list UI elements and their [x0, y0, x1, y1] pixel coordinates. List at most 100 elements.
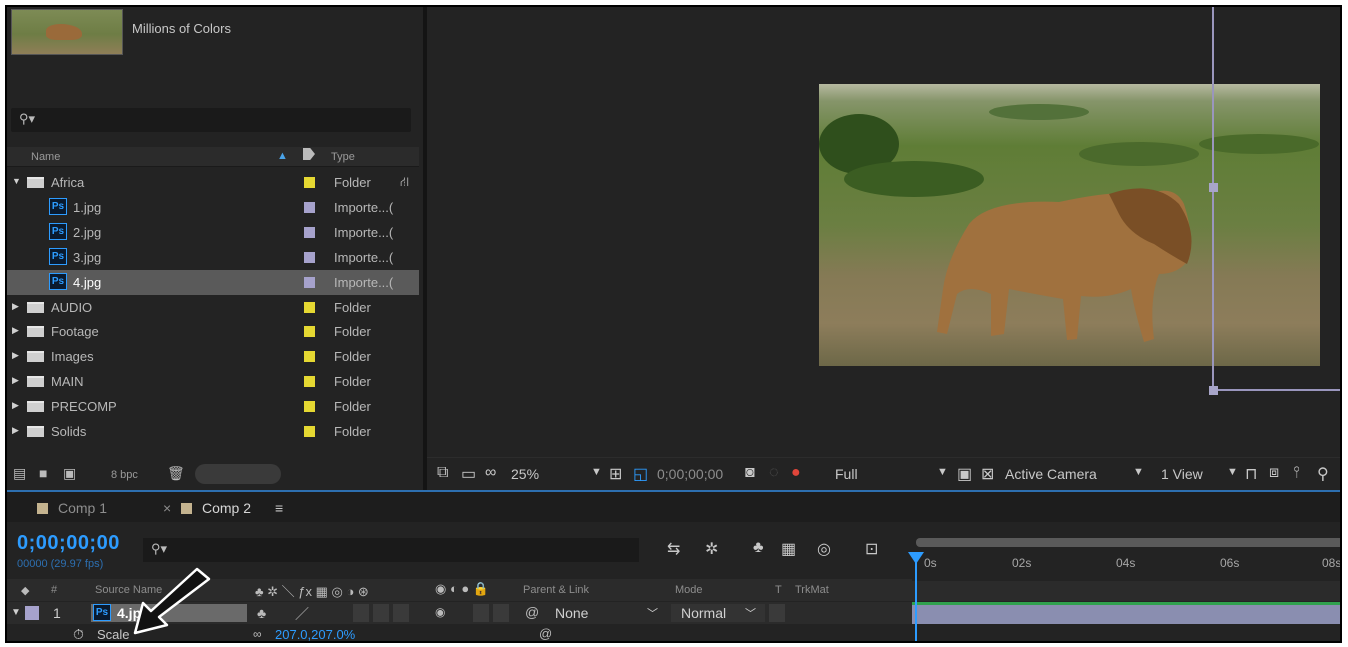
- project-folder-row[interactable]: ▼ Africa Folder ⛙: [7, 170, 419, 195]
- switch-box[interactable]: [493, 604, 509, 622]
- label-color-swatch[interactable]: [304, 401, 315, 413]
- twirl-right-icon[interactable]: ▶: [12, 400, 19, 411]
- pixel-aspect-icon[interactable]: ⊓: [1245, 464, 1257, 484]
- chevron-down-icon[interactable]: ﹀: [745, 605, 756, 621]
- project-folder-row[interactable]: ▶ Solids Folder: [7, 419, 419, 444]
- new-folder-icon[interactable]: ■: [39, 465, 47, 481]
- menu-icon[interactable]: ≡: [275, 500, 283, 516]
- chevron-down-icon[interactable]: ﹀: [647, 605, 658, 621]
- view-layout-select[interactable]: 1 View: [1161, 466, 1203, 482]
- flowchart-icon[interactable]: ⛙: [400, 174, 409, 192]
- monitor-icon[interactable]: ▭: [461, 464, 476, 484]
- project-file-row[interactable]: Ps 1.jpg Importe...(: [7, 195, 419, 220]
- column-name[interactable]: Name: [31, 151, 60, 163]
- label-color-swatch[interactable]: [304, 251, 315, 263]
- project-file-row[interactable]: Ps 2.jpg Importe...(: [7, 220, 419, 245]
- layer-label-color[interactable]: [25, 606, 39, 620]
- interpret-footage-icon[interactable]: ▤: [13, 465, 26, 482]
- pick-whip-icon[interactable]: @: [525, 604, 539, 620]
- project-folder-row[interactable]: ▶ PRECOMP Folder: [7, 394, 419, 419]
- transparency-grid-icon[interactable]: ⊠: [981, 464, 994, 484]
- color-channels-icon[interactable]: ●: [791, 464, 801, 482]
- visibility-eye-icon[interactable]: ◉: [435, 605, 445, 619]
- preserve-transparency-box[interactable]: [769, 604, 785, 622]
- bit-depth[interactable]: 8 bpc: [111, 469, 138, 481]
- new-composition-icon[interactable]: ▣: [63, 465, 76, 482]
- chevron-down-icon[interactable]: ▼: [1227, 466, 1238, 478]
- viewer-timecode[interactable]: 0;00;00;00: [657, 466, 723, 482]
- project-file-row[interactable]: Ps 3.jpg Importe...(: [7, 245, 419, 270]
- twirl-down-icon[interactable]: ▼: [12, 176, 21, 186]
- layer-duration-bar[interactable]: [912, 602, 1340, 624]
- shy-switch-icon[interactable]: ♣: [257, 605, 266, 621]
- project-search-input[interactable]: ⚲▾: [11, 108, 411, 132]
- parent-select[interactable]: None: [555, 605, 588, 621]
- reset-exposure-icon[interactable]: ⫯: [1293, 464, 1300, 482]
- frame-blending-icon[interactable]: ▦: [781, 539, 796, 559]
- fast-previews-icon[interactable]: ▣: [957, 464, 972, 484]
- twirl-right-icon[interactable]: ▶: [12, 301, 19, 312]
- close-icon[interactable]: ×: [163, 500, 171, 516]
- resolution-select[interactable]: Full: [835, 466, 858, 482]
- label-color-swatch[interactable]: [304, 201, 315, 213]
- tab-comp-1[interactable]: Comp 1: [37, 500, 107, 516]
- camera-icon[interactable]: ◙: [745, 464, 755, 482]
- switch-box[interactable]: [393, 604, 409, 622]
- transform-handle-left[interactable]: [1209, 183, 1218, 192]
- scale-value[interactable]: 207.0,207.0%: [275, 627, 355, 641]
- timeline-timecode[interactable]: 0;00;00;00: [17, 532, 120, 555]
- thumbnail-size-slider[interactable]: [195, 464, 281, 484]
- camera-select[interactable]: Active Camera: [1005, 466, 1097, 482]
- sort-ascending-icon[interactable]: ▲: [277, 150, 288, 162]
- label-tag-icon[interactable]: [303, 148, 315, 160]
- grid-guides-icon[interactable]: ⊞: [609, 464, 622, 484]
- graph-editor-icon[interactable]: ⊡: [865, 539, 878, 559]
- timeline-search-input[interactable]: ⚲▾: [143, 538, 639, 562]
- shy-layers-icon[interactable]: ♣: [753, 539, 764, 557]
- label-color-swatch[interactable]: [304, 376, 315, 388]
- mask-visibility-icon[interactable]: ∞: [485, 464, 496, 482]
- column-type[interactable]: Type: [331, 151, 355, 163]
- twirl-down-icon[interactable]: ▼: [11, 607, 21, 618]
- switch-box[interactable]: [373, 604, 389, 622]
- pick-whip-icon[interactable]: @: [539, 626, 552, 641]
- project-folder-row[interactable]: ▶ Images Folder: [7, 344, 419, 369]
- project-folder-row[interactable]: ▶ Footage Folder: [7, 319, 419, 344]
- project-folder-row[interactable]: ▶ MAIN Folder: [7, 369, 419, 394]
- mode-select[interactable]: Normal: [681, 605, 726, 621]
- chevron-down-icon[interactable]: ▼: [937, 466, 948, 478]
- label-color-swatch[interactable]: [304, 326, 315, 338]
- label-color-swatch[interactable]: [304, 301, 315, 313]
- motion-blur-icon[interactable]: ◎: [817, 539, 831, 559]
- twirl-right-icon[interactable]: ▶: [12, 350, 19, 361]
- tab-comp-2[interactable]: Comp 2: [181, 500, 251, 516]
- label-color-swatch[interactable]: [304, 351, 315, 363]
- switch-box[interactable]: [473, 604, 489, 622]
- exposure-icon[interactable]: ⚲: [1317, 464, 1329, 484]
- quality-switch-icon[interactable]: ／: [295, 604, 309, 624]
- composition-mini-flowchart-icon[interactable]: ⇆: [667, 539, 680, 559]
- work-area-bar[interactable]: [916, 538, 1340, 547]
- label-color-swatch[interactable]: [304, 226, 315, 238]
- twirl-right-icon[interactable]: ▶: [12, 375, 19, 386]
- constrain-proportions-icon[interactable]: ∞: [253, 627, 262, 641]
- show-snapshot-icon[interactable]: ◌: [769, 464, 779, 482]
- label-color-swatch[interactable]: [304, 177, 315, 188]
- project-folder-row[interactable]: ▶ AUDIO Folder: [7, 295, 419, 320]
- draft-3d-icon[interactable]: ✲: [705, 539, 718, 559]
- transform-handle-corner[interactable]: [1209, 386, 1218, 395]
- stopwatch-icon[interactable]: ⏱: [73, 626, 84, 641]
- always-preview-icon[interactable]: ⧉: [437, 464, 448, 482]
- label-color-swatch[interactable]: [304, 426, 315, 437]
- delete-icon[interactable]: 🗑: [167, 465, 185, 482]
- time-ruler[interactable]: 0s 02s 04s 06s 08s: [912, 532, 1340, 582]
- twirl-right-icon[interactable]: ▶: [12, 425, 19, 436]
- label-color-swatch[interactable]: [304, 276, 315, 288]
- project-file-row[interactable]: Ps 4.jpg Importe...(: [7, 269, 419, 295]
- switch-box[interactable]: [353, 604, 369, 622]
- twirl-right-icon[interactable]: ▶: [12, 325, 19, 336]
- zoom-level[interactable]: 25%: [511, 466, 539, 482]
- chevron-down-icon[interactable]: ▼: [1133, 466, 1144, 478]
- chevron-down-icon[interactable]: ▼: [591, 466, 602, 478]
- current-time-indicator[interactable]: [915, 559, 917, 641]
